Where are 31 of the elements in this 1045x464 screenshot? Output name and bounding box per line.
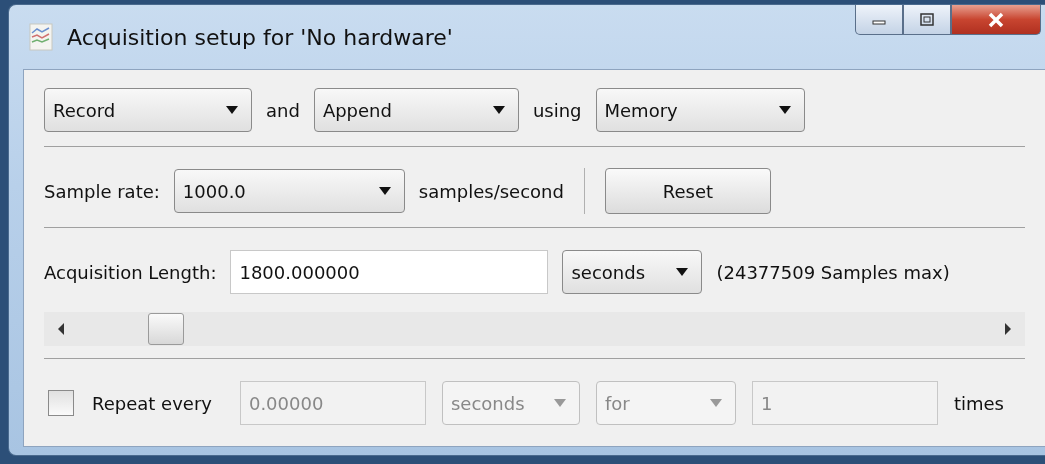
caret-icon [675,267,690,277]
chart-icon [29,23,53,51]
label: and [266,99,300,121]
dropdown[interactable]: seconds [562,250,703,294]
label: (24377509 Samples max) [716,261,950,283]
window-title: Acquisition setup for 'No hardware' [67,24,453,50]
maximize-icon [919,12,935,27]
dropdown[interactable]: Append [313,88,519,132]
label: times [953,392,1004,414]
caret-icon [491,105,506,115]
caret-icon [225,105,239,115]
maximize-button[interactable] [903,5,951,35]
caret-icon [377,186,392,196]
label: samples/second [418,180,564,202]
dropdown[interactable]: 1000.0 [173,169,405,213]
minimize-button[interactable] [855,5,903,35]
checkbox[interactable] [48,390,74,416]
dropdown[interactable]: Memory [595,88,805,132]
slider-thumb[interactable] [148,313,185,345]
caret-icon [552,398,567,408]
label: Acquisition Length: [44,261,217,283]
reset-button[interactable]: Reset [604,168,771,214]
dropdown[interactable]: Record [44,88,252,132]
close-button[interactable] [951,5,1041,35]
close-icon [986,11,1006,28]
caret-icon [777,105,792,115]
input-field[interactable]: 1800.000000 [230,250,549,294]
label: using [532,99,582,121]
caret-icon [708,398,723,408]
label: Sample rate: [44,180,160,202]
label: Repeat every [92,392,212,414]
